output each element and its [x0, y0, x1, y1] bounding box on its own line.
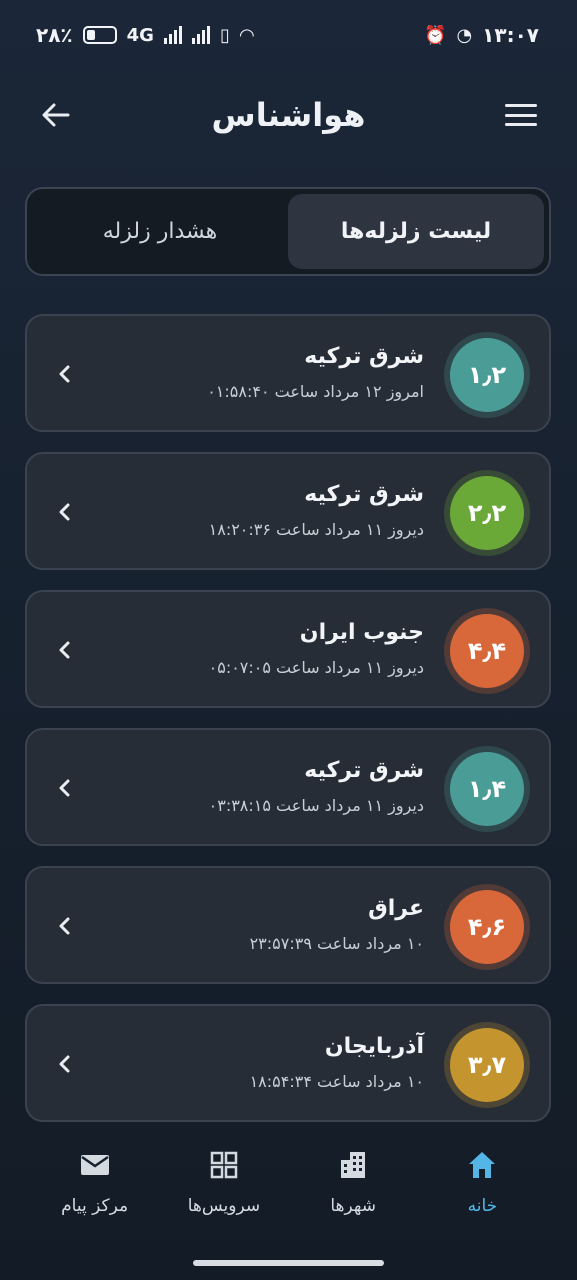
magnitude-badge: ۴٫۶	[450, 890, 524, 964]
earthquake-card[interactable]: ۱٫۴ شرق ترکیه دیروز ۱۱ مرداد ساعت ۰۳:۳۸:۱۵	[25, 728, 551, 846]
nav-services[interactable]: سرویس‌ها	[169, 1130, 279, 1240]
status-bar: ۲۸٪ 4G ▯ ◠ ⏰ ◔ ۱۳:۰۷	[0, 0, 577, 70]
earthquake-datetime: دیروز ۱۱ مرداد ساعت ۱۸:۲۰:۳۶	[208, 520, 424, 539]
chevron-left-icon	[59, 503, 70, 521]
earthquake-location: آذربایجان	[324, 1034, 424, 1059]
network-type: 4G	[126, 24, 154, 46]
earthquake-card[interactable]: ۱٫۲ شرق ترکیه امروز ۱۲ مرداد ساعت ۰۱:۵۸:۴۰	[25, 314, 551, 432]
mail-icon	[80, 1155, 109, 1175]
bottom-nav: خانه شهرها سرویس‌ها مرکز پیام	[0, 1130, 577, 1240]
earthquake-location: جنوب ایران	[299, 620, 424, 645]
magnitude-badge: ۳٫۷	[450, 1028, 524, 1102]
earthquake-datetime: ۱۰ مرداد ساعت ۱۸:۵۴:۳۴	[249, 1072, 424, 1091]
chevron-left-icon	[59, 779, 70, 797]
earthquake-datetime: دیروز ۱۱ مرداد ساعت ۰۳:۳۸:۱۵	[208, 796, 424, 815]
nav-home-label: خانه	[467, 1196, 498, 1216]
chevron-left-icon	[59, 641, 70, 659]
signal-icon-2	[191, 26, 210, 44]
status-left: ۲۸٪ 4G ▯ ◠	[36, 23, 254, 47]
arrow-left-icon[interactable]	[40, 99, 72, 131]
earthquake-datetime: دیروز ۱۱ مرداد ساعت ۰۵:۰۷:۰۵	[208, 658, 424, 677]
speed-icon: ◔	[456, 24, 473, 46]
hamburger-menu-icon[interactable]	[504, 104, 537, 126]
signal-icon	[163, 26, 182, 44]
earthquake-location: شرق ترکیه	[304, 482, 424, 507]
magnitude-badge: ۴٫۴	[450, 614, 524, 688]
chevron-left-icon	[59, 917, 70, 935]
nav-home[interactable]: خانه	[427, 1130, 537, 1240]
nav-cities[interactable]: شهرها	[298, 1130, 408, 1240]
nav-cities-label: شهرها	[330, 1196, 376, 1216]
clock: ۱۳:۰۷	[482, 23, 539, 47]
earthquake-datetime: ۱۰ مرداد ساعت ۲۳:۵۷:۳۹	[249, 934, 424, 953]
nav-messages[interactable]: مرکز پیام	[40, 1130, 150, 1240]
magnitude-badge: ۱٫۲	[450, 338, 524, 412]
earthquake-location: شرق ترکیه	[304, 758, 424, 783]
earthquake-card[interactable]: ۳٫۷ آذربایجان ۱۰ مرداد ساعت ۱۸:۵۴:۳۴	[25, 1004, 551, 1122]
earthquake-card[interactable]: ۴٫۴ جنوب ایران دیروز ۱۱ مرداد ساعت ۰۵:۰۷:۰…	[25, 590, 551, 708]
earthquake-card[interactable]: ۴٫۶ عراق ۱۰ مرداد ساعت ۲۳:۵۷:۳۹	[25, 866, 551, 984]
status-right: ⏰ ◔ ۱۳:۰۷	[424, 23, 539, 47]
vibrate-icon: ▯	[219, 24, 230, 46]
home-icon	[469, 1152, 496, 1178]
battery-percent: ۲۸٪	[36, 23, 73, 47]
earthquake-location: شرق ترکیه	[304, 344, 424, 369]
battery-icon	[82, 26, 117, 44]
page-title: هواشناس	[211, 96, 366, 134]
tab-earthquake-alert[interactable]: هشدار زلزله	[32, 194, 288, 269]
chevron-left-icon	[59, 365, 70, 383]
app-bar: هواشناس	[0, 70, 577, 160]
grid-icon	[210, 1151, 238, 1179]
nav-messages-label: مرکز پیام	[61, 1196, 129, 1216]
buildings-icon	[341, 1152, 366, 1178]
headphones-icon: ◠	[239, 24, 254, 46]
nav-services-label: سرویس‌ها	[187, 1196, 261, 1216]
segmented-tabs: لیست زلزله‌ها هشدار زلزله	[25, 187, 551, 276]
earthquake-card[interactable]: ۲٫۲ شرق ترکیه دیروز ۱۱ مرداد ساعت ۱۸:۲۰:۳۶	[25, 452, 551, 570]
home-indicator[interactable]	[193, 1260, 384, 1266]
tab-earthquake-list[interactable]: لیست زلزله‌ها	[288, 194, 544, 269]
alarm-icon: ⏰	[424, 24, 447, 46]
chevron-left-icon	[59, 1055, 70, 1073]
earthquake-datetime: امروز ۱۲ مرداد ساعت ۰۱:۵۸:۴۰	[207, 382, 424, 401]
earthquake-list: ۱٫۲ شرق ترکیه امروز ۱۲ مرداد ساعت ۰۱:۵۸:۴۰…	[25, 314, 551, 1142]
earthquake-location: عراق	[368, 896, 424, 921]
magnitude-badge: ۲٫۲	[450, 476, 524, 550]
magnitude-badge: ۱٫۴	[450, 752, 524, 826]
